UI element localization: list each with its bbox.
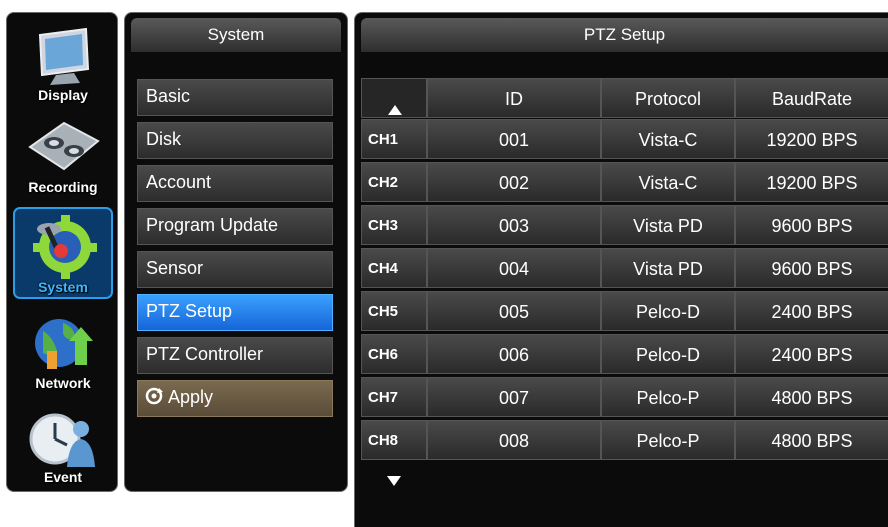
- column-header-id: ID: [427, 78, 601, 118]
- channel-label: CH7: [361, 377, 427, 417]
- globe-network-icon: [35, 319, 93, 369]
- nav-network[interactable]: Network: [13, 309, 113, 393]
- channel-label: CH4: [361, 248, 427, 288]
- id-field[interactable]: 003: [427, 205, 601, 245]
- baudrate-select[interactable]: 9600 BPS: [735, 205, 888, 245]
- gear-joystick-icon: [33, 215, 97, 279]
- nav-event[interactable]: Event: [13, 403, 113, 487]
- baudrate-select[interactable]: 4800 BPS: [735, 377, 888, 417]
- nav-recording[interactable]: Recording: [13, 113, 113, 197]
- id-field[interactable]: 001: [427, 119, 601, 159]
- baudrate-select[interactable]: 19200 BPS: [735, 119, 888, 159]
- menu-item-program-update[interactable]: Program Update: [137, 208, 333, 245]
- ptz-setup-panel: PTZ Setup ID Protocol BaudRate CH1 001 Vis…: [354, 12, 888, 527]
- apply-refresh-icon: [145, 387, 163, 405]
- channel-label: CH2: [361, 162, 427, 202]
- id-field[interactable]: 005: [427, 291, 601, 331]
- protocol-select[interactable]: Pelco-D: [601, 334, 735, 374]
- column-header-baudrate: BaudRate: [735, 78, 888, 118]
- ptz-panel-title: PTZ Setup: [361, 18, 888, 52]
- menu-item-sensor[interactable]: Sensor: [137, 251, 333, 288]
- baudrate-select[interactable]: 2400 BPS: [735, 334, 888, 374]
- baudrate-select[interactable]: 19200 BPS: [735, 162, 888, 202]
- channel-label: CH5: [361, 291, 427, 331]
- id-field[interactable]: 002: [427, 162, 601, 202]
- scroll-up-cell[interactable]: [361, 78, 427, 118]
- menu-item-account[interactable]: Account: [137, 165, 333, 202]
- nav-label: Network: [35, 375, 91, 391]
- protocol-select[interactable]: Vista PD: [601, 205, 735, 245]
- menu-item-ptz-setup[interactable]: PTZ Setup: [137, 294, 333, 331]
- clock-person-icon: [29, 413, 95, 467]
- protocol-select[interactable]: Vista-C: [601, 162, 735, 202]
- column-header-protocol: Protocol: [601, 78, 735, 118]
- id-field[interactable]: 006: [427, 334, 601, 374]
- channel-label: CH8: [361, 420, 427, 460]
- id-field[interactable]: 007: [427, 377, 601, 417]
- nav-display[interactable]: Display: [13, 21, 113, 105]
- protocol-select[interactable]: Pelco-P: [601, 377, 735, 417]
- nav-label: Event: [43, 469, 83, 485]
- film-reel-icon: [28, 121, 100, 171]
- channel-label: CH3: [361, 205, 427, 245]
- nav-label: Recording: [28, 179, 98, 195]
- id-field[interactable]: 004: [427, 248, 601, 288]
- menu-item-disk[interactable]: Disk: [137, 122, 333, 159]
- system-menu-panel: System Basic Disk Account Program Update…: [124, 12, 348, 492]
- menu-title: System: [131, 18, 341, 52]
- channel-label: CH6: [361, 334, 427, 374]
- protocol-select[interactable]: Vista-C: [601, 119, 735, 159]
- protocol-select[interactable]: Vista PD: [601, 248, 735, 288]
- channel-label: CH1: [361, 119, 427, 159]
- id-field[interactable]: 008: [427, 420, 601, 460]
- baudrate-select[interactable]: 4800 BPS: [735, 420, 888, 460]
- baudrate-select[interactable]: 9600 BPS: [735, 248, 888, 288]
- protocol-select[interactable]: Pelco-D: [601, 291, 735, 331]
- nav-label: System: [38, 279, 88, 295]
- menu-item-ptz-controller[interactable]: PTZ Controller: [137, 337, 333, 374]
- apply-button[interactable]: Apply: [137, 380, 333, 417]
- nav-label: Display: [38, 87, 88, 103]
- scroll-down-arrow-icon[interactable]: [387, 476, 401, 486]
- apply-label: Apply: [168, 387, 214, 407]
- main-nav-panel: Display Recording System Network Event: [6, 12, 118, 492]
- scroll-up-arrow-icon: [388, 105, 402, 115]
- monitor-icon: [38, 27, 90, 85]
- protocol-select[interactable]: Pelco-P: [601, 420, 735, 460]
- nav-system[interactable]: System: [13, 207, 113, 299]
- menu-item-basic[interactable]: Basic: [137, 79, 333, 116]
- baudrate-select[interactable]: 2400 BPS: [735, 291, 888, 331]
